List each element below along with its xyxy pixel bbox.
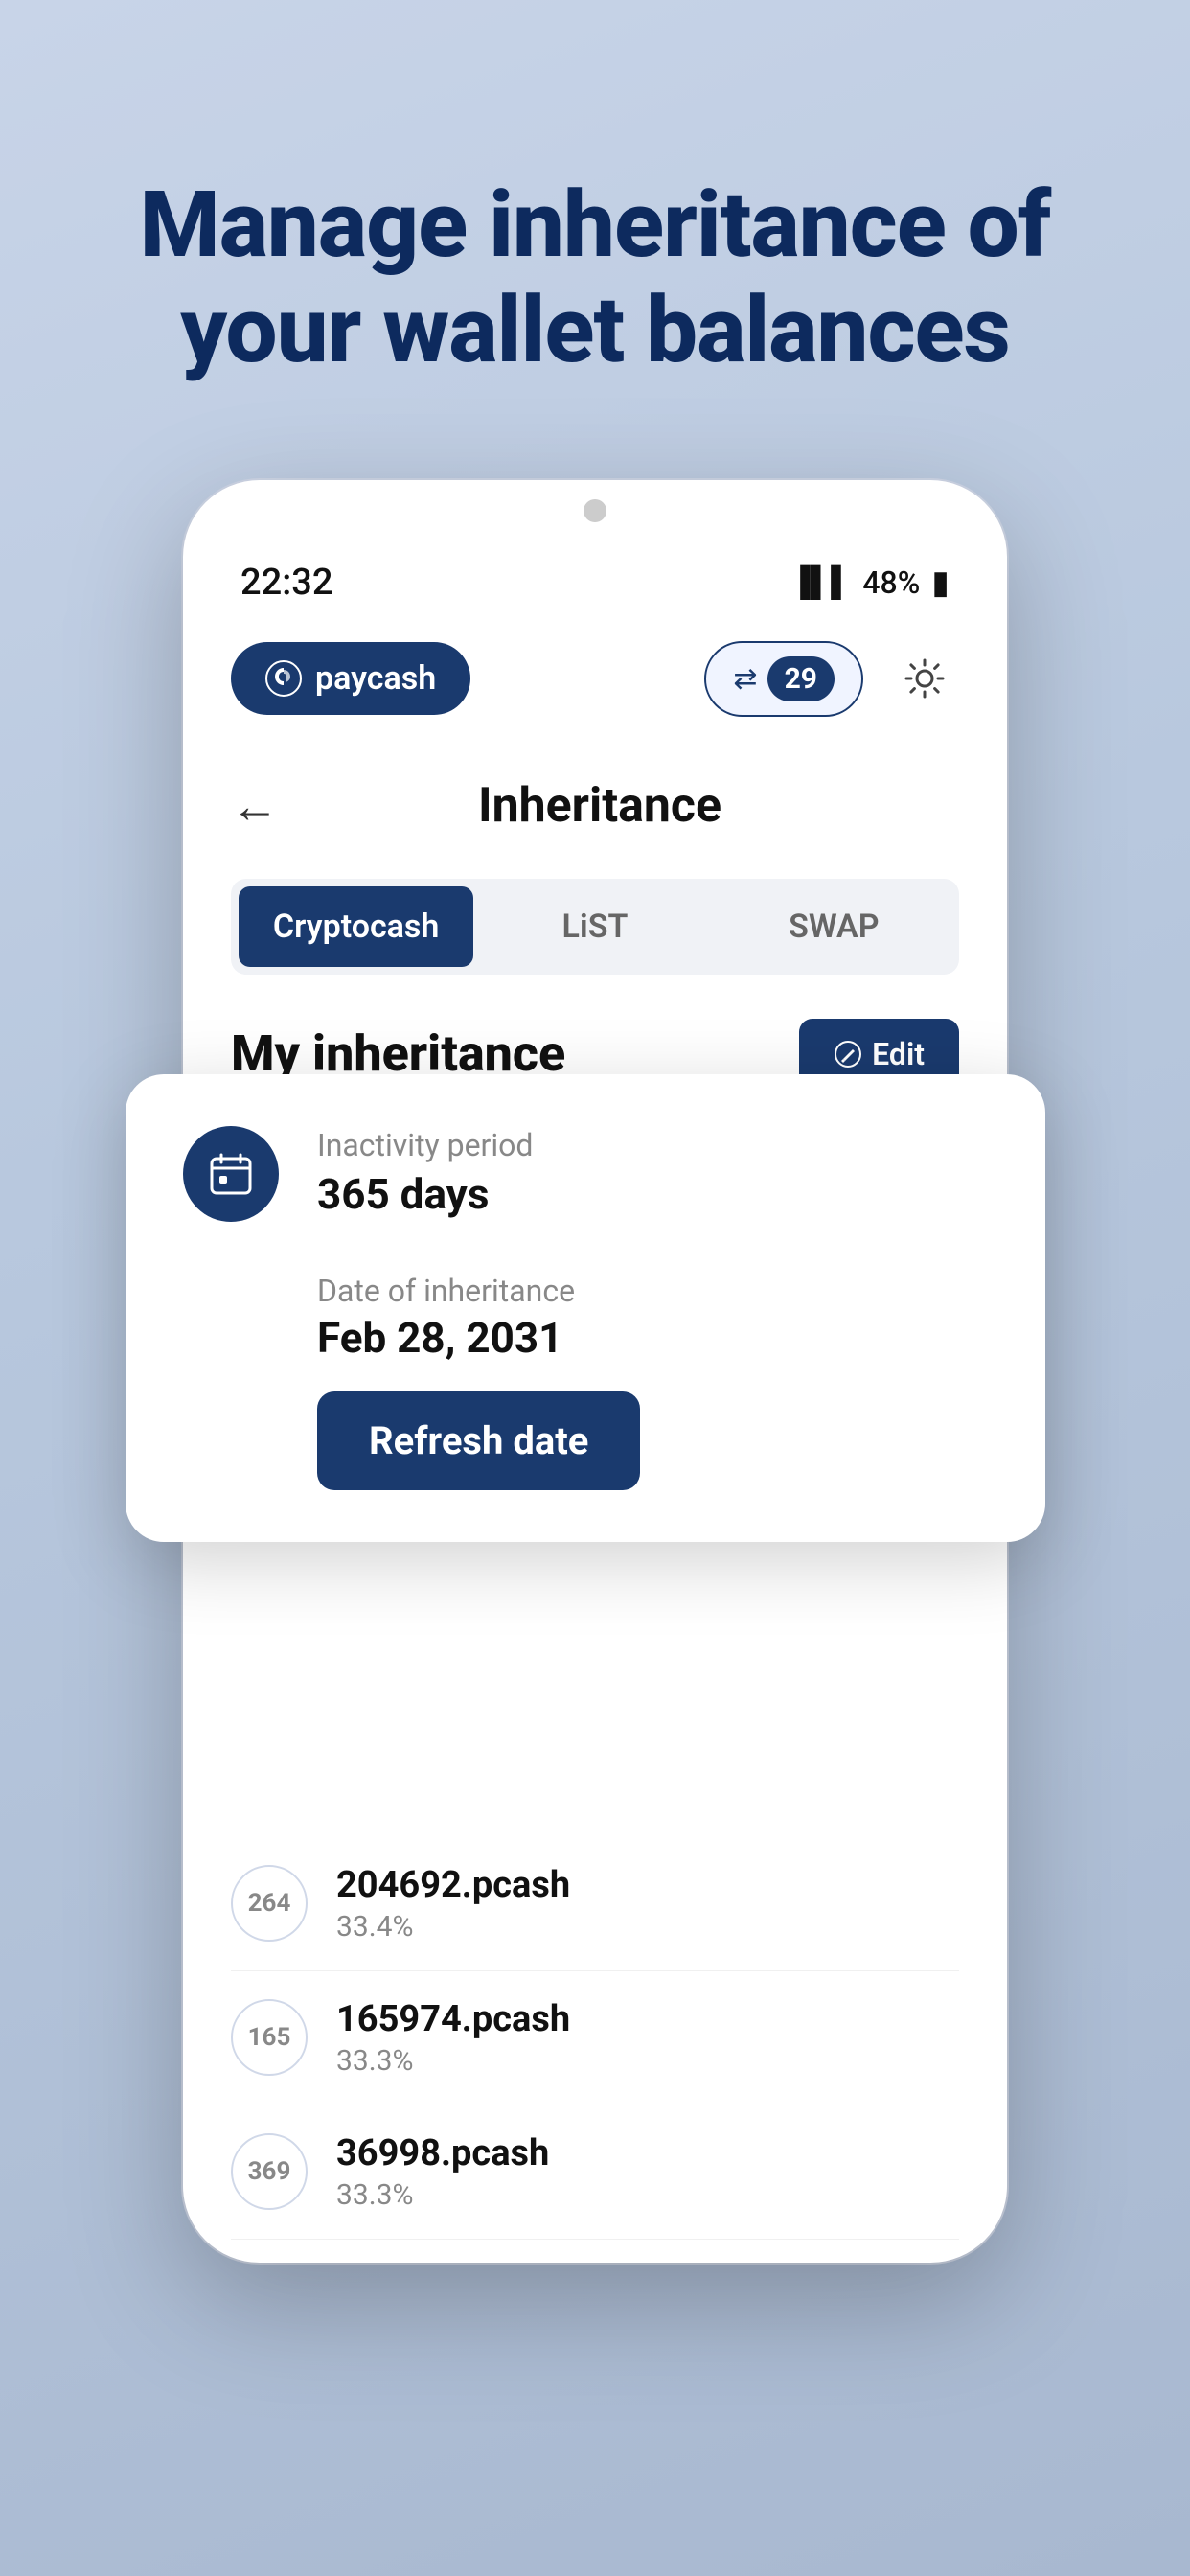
calendar-icon — [183, 1126, 279, 1222]
gear-icon — [903, 656, 947, 701]
card-inactivity-content: Inactivity period 365 days — [317, 1126, 988, 1220]
hero-title: Manage inheritance of your wallet balanc… — [57, 172, 1133, 384]
card-divider — [317, 1249, 988, 1250]
edit-label: Edit — [872, 1036, 925, 1072]
top-nav-right: ⇄ 29 — [704, 641, 959, 717]
status-time: 22:32 — [240, 562, 332, 604]
swap-badge[interactable]: ⇄ 29 — [704, 641, 863, 717]
back-button[interactable]: ← — [231, 769, 298, 844]
phone-mockup: 22:32 ▐▌▌ 48% ▮ paycash ⇄ 29 — [183, 480, 1007, 2576]
settings-button[interactable] — [890, 644, 959, 713]
token-avatar: 369 — [231, 2133, 308, 2210]
status-bar: 22:32 ▐▌▌ 48% ▮ — [183, 522, 1007, 609]
swap-count: 29 — [767, 656, 835, 702]
paycash-logo-icon — [265, 660, 302, 697]
status-right: ▐▌▌ 48% ▮ — [790, 564, 950, 602]
token-info: 204692.pcash 33.4% — [336, 1864, 959, 1944]
token-avatar: 165 — [231, 1999, 308, 2076]
card-inactivity-row: Inactivity period 365 days — [183, 1126, 988, 1222]
tab-swap[interactable]: SWAP — [717, 886, 951, 967]
paycash-label: paycash — [315, 659, 436, 698]
token-amount: 165974.pcash — [336, 1998, 959, 2040]
date-label: Date of inheritance — [317, 1273, 988, 1309]
date-value: Feb 28, 2031 — [317, 1313, 988, 1363]
refresh-date-button[interactable]: Refresh date — [317, 1392, 640, 1490]
token-amount: 36998.pcash — [336, 2132, 959, 2174]
calendar-svg — [206, 1149, 256, 1199]
token-info: 36998.pcash 33.3% — [336, 2132, 959, 2212]
camera-dot — [584, 499, 606, 522]
signal-icon: ▐▌▌ — [790, 565, 852, 599]
top-nav: paycash ⇄ 29 — [183, 618, 1007, 740]
token-info: 165974.pcash 33.3% — [336, 1998, 959, 2078]
inactivity-value: 365 days — [317, 1169, 988, 1219]
inactivity-label: Inactivity period — [317, 1126, 988, 1166]
hero-section: Manage inheritance of your wallet balanc… — [0, 172, 1190, 384]
inheritance-card: Inactivity period 365 days Date of inher… — [126, 1074, 1045, 1542]
edit-icon — [834, 1040, 862, 1069]
swap-arrows-icon: ⇄ — [733, 662, 757, 696]
page-title: Inheritance — [298, 778, 902, 834]
list-item: 165 165974.pcash 33.3% — [231, 1971, 959, 2105]
paycash-logo-badge[interactable]: paycash — [231, 642, 470, 715]
tab-list[interactable]: LiST — [477, 886, 712, 967]
page-header: ← Inheritance — [183, 749, 1007, 863]
token-amount: 204692.pcash — [336, 1864, 959, 1906]
token-pct: 33.3% — [336, 2178, 959, 2212]
battery-icon: ▮ — [931, 564, 950, 602]
tab-cryptocash[interactable]: Cryptocash — [239, 886, 473, 967]
token-pct: 33.3% — [336, 2044, 959, 2078]
list-item: 369 36998.pcash 33.3% — [231, 2105, 959, 2240]
token-pct: 33.4% — [336, 1910, 959, 1944]
token-list: 264 204692.pcash 33.4% 165 165974.pcash … — [183, 1837, 1007, 2240]
tabs-bar: Cryptocash LiST SWAP — [231, 879, 959, 975]
battery-level: 48% — [862, 564, 920, 601]
list-item: 264 204692.pcash 33.4% — [231, 1837, 959, 1971]
token-avatar: 264 — [231, 1865, 308, 1942]
